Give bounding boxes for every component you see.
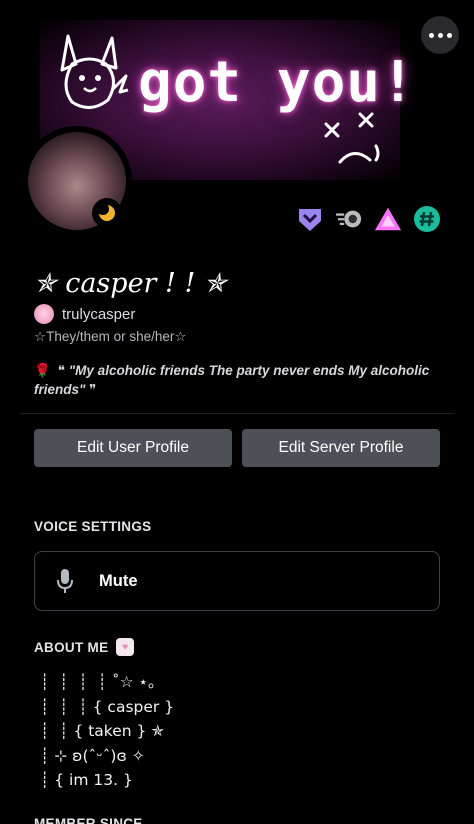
custom-status-text: ❝ "My alcoholic friends The party never … xyxy=(34,363,430,397)
username-row: trulycasper xyxy=(34,304,135,324)
nitro-badge[interactable] xyxy=(335,205,363,233)
moon-icon xyxy=(97,203,115,221)
about-line: ┊ ┊ ┊ ┊ ˚☆ ⋆｡ xyxy=(40,673,156,691)
more-horizontal-icon xyxy=(428,32,434,38)
hypesquad-icon xyxy=(299,209,321,231)
mute-label: Mute xyxy=(99,571,138,590)
divider xyxy=(20,413,454,414)
edit-user-profile-button[interactable]: Edit User Profile xyxy=(34,429,232,467)
about-line: ┊ ┊ ┊ { casper } xyxy=(40,697,175,716)
status-indicator xyxy=(92,198,122,228)
boost-icon xyxy=(374,207,402,231)
about-line: ┊ ┊ { taken } ✯ xyxy=(40,722,165,740)
display-name: ✯ casper ! ! ✯ xyxy=(34,268,227,299)
voice-settings-title: VOICE SETTINGS xyxy=(34,519,152,534)
custom-status: 🌹 ❝ "My alcoholic friends The party neve… xyxy=(34,361,434,399)
banner-text: got you! xyxy=(138,50,416,115)
pikachu-icon xyxy=(60,34,129,109)
mute-button[interactable]: Mute xyxy=(34,551,440,611)
badge-list xyxy=(296,205,441,233)
member-since-title: MEMBER SINCE xyxy=(34,816,143,824)
boost-badge[interactable] xyxy=(374,205,402,233)
server-avatar-icon xyxy=(34,304,54,324)
hashtag-badge[interactable] xyxy=(413,205,441,233)
about-me-header: ABOUT ME ♥ xyxy=(34,638,135,656)
heart-sticker-icon: ♥ xyxy=(116,638,135,656)
edit-server-profile-button[interactable]: Edit Server Profile xyxy=(242,429,440,467)
about-me-title: ABOUT ME xyxy=(34,639,109,655)
about-line: ┊ { im 13. } xyxy=(40,771,133,789)
about-line: ┊ ⊹ ʚ(ˆᵕˆ)ɞ ✧ xyxy=(40,746,145,765)
rose-emoji-icon: 🌹 xyxy=(34,363,51,378)
nitro-icon xyxy=(335,210,362,228)
pronouns: ☆They/them or she/her☆ xyxy=(34,329,187,344)
username: trulycasper xyxy=(62,305,136,323)
microphone-icon xyxy=(55,567,75,595)
sad-face-icon xyxy=(324,112,380,164)
hypesquad-badge[interactable] xyxy=(296,205,324,233)
more-options-button[interactable] xyxy=(421,16,459,54)
hashtag-icon xyxy=(414,206,440,232)
about-me-text: ┊ ┊ ┊ ┊ ˚☆ ⋆｡ ┊ ┊ ┊ { casper } ┊ ┊ { tak… xyxy=(40,670,174,793)
